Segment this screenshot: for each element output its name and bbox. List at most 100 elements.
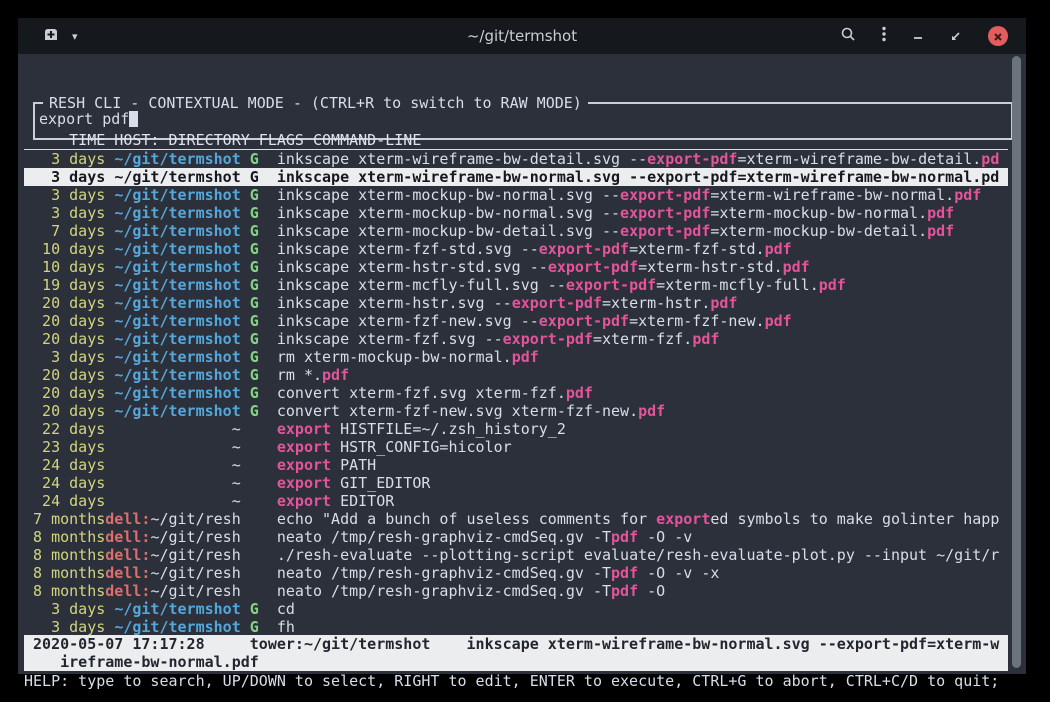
close-button[interactable] bbox=[988, 26, 1008, 46]
history-row[interactable]: 3 days ~/git/termshot G inkscape xterm-w… bbox=[24, 168, 1008, 186]
row-pad bbox=[105, 204, 114, 222]
scrollbar[interactable] bbox=[1012, 56, 1021, 668]
command-segment: pdf bbox=[611, 528, 638, 546]
row-directory: ~/git/resh bbox=[150, 582, 240, 600]
row-pad bbox=[259, 348, 277, 366]
command-segment: EDITOR bbox=[331, 492, 394, 510]
command-segment: export bbox=[277, 456, 331, 474]
history-row[interactable]: 19 days ~/git/termshot G inkscape xterm-… bbox=[24, 276, 1008, 294]
history-row[interactable]: 3 days ~/git/termshot G inkscape xterm-m… bbox=[24, 186, 1008, 204]
history-row[interactable]: 3 days ~/git/termshot G inkscape xterm-m… bbox=[24, 204, 1008, 222]
row-time: 8 months bbox=[24, 546, 105, 564]
history-row[interactable]: 20 days ~/git/termshot G inkscape xterm-… bbox=[24, 312, 1008, 330]
history-row[interactable]: 20 days ~/git/termshot G inkscape xterm-… bbox=[24, 294, 1008, 312]
command-segment: PATH bbox=[331, 456, 376, 474]
row-directory: ~/git/termshot bbox=[114, 258, 240, 276]
row-pad bbox=[259, 366, 277, 384]
row-flags bbox=[241, 438, 259, 456]
row-time: 20 days bbox=[24, 384, 105, 402]
history-row[interactable]: 8 monthsdell:~/git/resh neato /tmp/resh-… bbox=[24, 564, 1008, 582]
row-pad bbox=[105, 168, 114, 186]
restore-button[interactable] bbox=[950, 27, 962, 46]
row-pad bbox=[259, 168, 277, 186]
search-icon bbox=[840, 26, 856, 46]
row-directory: ~/git/termshot bbox=[114, 600, 240, 618]
row-pad bbox=[105, 348, 114, 366]
row-pad bbox=[259, 510, 277, 528]
history-row[interactable]: 3 days ~/git/termshot G inkscape xterm-w… bbox=[24, 150, 1008, 168]
command-segment: pdf bbox=[566, 384, 593, 402]
history-row[interactable]: 24 days ~ export PATH bbox=[24, 456, 1008, 474]
menu-button[interactable] bbox=[882, 26, 886, 46]
command-segment: =xterm-hstr-std. bbox=[638, 258, 783, 276]
history-row[interactable]: 3 days ~/git/termshot G rm xterm-mockup-… bbox=[24, 348, 1008, 366]
history-table: TIME HOST: DIRECTORY FLAGS COMMAND-LINE … bbox=[24, 131, 1008, 636]
row-time: 20 days bbox=[24, 312, 105, 330]
row-time: 19 days bbox=[24, 276, 105, 294]
history-row[interactable]: 22 days ~ export HISTFILE=~/.zsh_history… bbox=[24, 420, 1008, 438]
history-row[interactable]: 20 days ~/git/termshot G convert xterm-f… bbox=[24, 402, 1008, 420]
row-flags: G bbox=[241, 186, 259, 204]
row-time: 23 days bbox=[24, 438, 105, 456]
search-button[interactable] bbox=[840, 26, 856, 46]
table-header: TIME HOST: DIRECTORY FLAGS COMMAND-LINE bbox=[24, 131, 1008, 150]
row-host: dell: bbox=[105, 564, 150, 582]
row-directory: ~/git/termshot bbox=[114, 222, 240, 240]
row-time: 20 days bbox=[24, 366, 105, 384]
command-segment: =xterm-mockup-bw-normal. bbox=[710, 204, 927, 222]
history-row[interactable]: 24 days ~ export EDITOR bbox=[24, 492, 1008, 510]
row-flags bbox=[241, 474, 259, 492]
row-directory: ~/git/termshot bbox=[114, 294, 240, 312]
row-pad bbox=[105, 240, 114, 258]
row-time: 24 days bbox=[24, 492, 105, 510]
minimize-button[interactable] bbox=[912, 27, 924, 46]
command-segment: convert xterm-fzf-new.svg xterm-fzf-new. bbox=[277, 402, 638, 420]
row-pad bbox=[105, 618, 114, 636]
row-time: 7 months bbox=[24, 510, 105, 528]
titlebar[interactable]: ▾ ~/git/termshot bbox=[18, 18, 1026, 54]
row-directory: ~ bbox=[232, 492, 241, 510]
row-pad bbox=[105, 420, 231, 438]
kebab-menu-icon bbox=[882, 26, 886, 46]
row-pad bbox=[105, 402, 114, 420]
history-row[interactable]: 8 monthsdell:~/git/resh neato /tmp/resh-… bbox=[24, 582, 1008, 600]
command-segment: pdf bbox=[765, 240, 792, 258]
status-bar: 2020-05-07 17:17:28 tower:~/git/termshot… bbox=[24, 635, 1008, 671]
row-pad bbox=[105, 384, 114, 402]
row-directory: ~/git/resh bbox=[150, 546, 240, 564]
row-pad bbox=[259, 384, 277, 402]
command-segment: pdf bbox=[322, 366, 349, 384]
history-row[interactable]: 3 days ~/git/termshot G fh bbox=[24, 618, 1008, 636]
row-pad bbox=[259, 330, 277, 348]
command-segment: =xterm-hstr. bbox=[602, 294, 710, 312]
history-row[interactable]: 3 days ~/git/termshot G cd bbox=[24, 600, 1008, 618]
row-flags bbox=[241, 492, 259, 510]
row-pad bbox=[105, 600, 114, 618]
row-pad bbox=[259, 312, 277, 330]
status-line-2: ireframe-bw-normal.pdf bbox=[24, 653, 1008, 671]
search-input[interactable]: export pdf bbox=[39, 110, 138, 128]
history-row[interactable]: 10 days ~/git/termshot G inkscape xterm-… bbox=[24, 258, 1008, 276]
history-row[interactable]: 20 days ~/git/termshot G convert xterm-f… bbox=[24, 384, 1008, 402]
command-segment: =xterm-mcfly-full. bbox=[656, 276, 819, 294]
row-pad bbox=[259, 528, 277, 546]
history-row[interactable]: 7 monthsdell:~/git/resh echo "Add a bunc… bbox=[24, 510, 1008, 528]
row-pad bbox=[105, 366, 114, 384]
row-pad bbox=[259, 564, 277, 582]
row-directory: ~/git/termshot bbox=[114, 384, 240, 402]
command-segment: inkscape xterm-mockup-bw-normal.svg -- bbox=[277, 204, 620, 222]
history-row[interactable]: 23 days ~ export HSTR_CONFIG=hicolor bbox=[24, 438, 1008, 456]
command-segment: export bbox=[656, 510, 710, 528]
history-row[interactable]: 24 days ~ export GIT_EDITOR bbox=[24, 474, 1008, 492]
history-row[interactable]: 20 days ~/git/termshot G rm *.pdf bbox=[24, 366, 1008, 384]
history-row[interactable]: 10 days ~/git/termshot G inkscape xterm-… bbox=[24, 240, 1008, 258]
row-directory: ~/git/resh bbox=[150, 528, 240, 546]
row-directory: ~ bbox=[232, 438, 241, 456]
row-host: dell: bbox=[105, 546, 150, 564]
row-pad bbox=[105, 312, 114, 330]
history-row[interactable]: 7 days ~/git/termshot G inkscape xterm-m… bbox=[24, 222, 1008, 240]
history-row[interactable]: 20 days ~/git/termshot G inkscape xterm-… bbox=[24, 330, 1008, 348]
command-segment: export-pdf bbox=[620, 204, 710, 222]
history-row[interactable]: 8 monthsdell:~/git/resh ./resh-evaluate … bbox=[24, 546, 1008, 564]
history-row[interactable]: 8 monthsdell:~/git/resh neato /tmp/resh-… bbox=[24, 528, 1008, 546]
